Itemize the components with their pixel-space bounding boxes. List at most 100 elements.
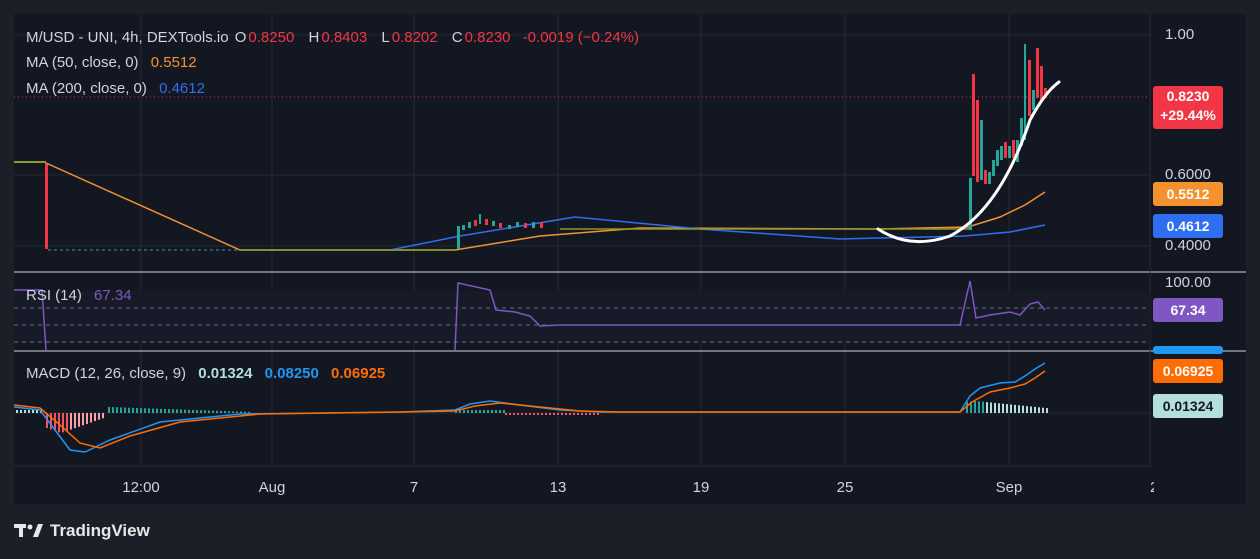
macd-hist-bar [597, 413, 599, 415]
macd-hist-bar [20, 410, 22, 413]
macd-hist-bar [108, 407, 110, 413]
macd-hist-bar [1014, 404, 1016, 413]
close-value: 0.8230 [464, 29, 511, 46]
x-tick-1: 12:00 [122, 479, 160, 496]
macd-hist-bar [152, 408, 154, 413]
price-tick-1: 1.00 [1165, 26, 1195, 43]
ma50-value: 0.5512 [150, 54, 197, 71]
macd-hist-bar [120, 407, 122, 413]
macd-hist-bar [192, 409, 194, 413]
macd-hist-bar [240, 411, 242, 413]
macd-hist-bar [990, 402, 992, 413]
macd-hist-bar [1006, 404, 1008, 413]
macd-hist-bar [581, 413, 583, 415]
macd-hist-bar [148, 408, 150, 413]
macd-hist-bar [128, 407, 130, 413]
macd-hist-bar [1026, 406, 1028, 413]
macd-hist-bar [220, 410, 222, 413]
macd-hist-badge: 0.01324 [1153, 394, 1223, 418]
macd-hist-bar [537, 413, 539, 415]
low-label: L [381, 29, 390, 46]
macd-hist-bar [475, 410, 477, 413]
macd-hist-bar [212, 410, 214, 413]
macd-hist-bar [136, 407, 138, 413]
close-label: C [451, 29, 463, 46]
macd-hist-bar [28, 410, 30, 413]
price-tick-2: 0.6000 [1165, 166, 1211, 183]
macd-hist-bar [156, 408, 158, 413]
macd-hist-bar [208, 410, 210, 413]
rsi-value: 67.34 [94, 287, 132, 304]
macd-hist-bar [236, 411, 238, 413]
macd-hist-bar [62, 413, 64, 433]
macd-hist-bar [112, 407, 114, 413]
ma50-label: MA (50, close, 0) [26, 54, 139, 71]
tradingview-logo: TradingView [14, 521, 150, 541]
macd-hist-bar [1042, 407, 1044, 413]
macd-hist-bar [50, 413, 52, 430]
open-label: O [234, 29, 247, 46]
macd-hist-bar [86, 413, 88, 424]
macd-hist-bar [545, 413, 547, 415]
macd-hist-bar [74, 413, 76, 429]
ma200-label: MA (200, close, 0) [26, 80, 147, 97]
macd-label: MACD (12, 26, close, 9) [26, 365, 187, 382]
macd-badge-partial [1153, 346, 1223, 354]
macd-hist-bar [573, 413, 575, 415]
macd-hist-bar [505, 413, 507, 415]
macd-hist-bar [525, 413, 527, 415]
x-tick-6: 25 [836, 479, 854, 496]
macd-hist-bar [541, 413, 543, 415]
change-value: -0.0019 (−0.24%) [522, 29, 640, 46]
macd-hist-bar [585, 413, 587, 415]
price-tick-3: 0.4000 [1165, 237, 1211, 254]
macd-hist-bar [216, 410, 218, 413]
macd-hist-bar [1030, 406, 1032, 413]
macd-hist-bar [593, 413, 595, 415]
macd-hist-bar [463, 410, 465, 413]
macd-hist-bar [982, 401, 984, 413]
macd-hist-bar [94, 413, 96, 422]
macd-hist-bar [569, 413, 571, 415]
brand-name: TradingView [50, 521, 150, 540]
macd-hist-bar [160, 408, 162, 413]
rsi-badge: 67.34 [1153, 298, 1223, 322]
tradingview-icon [14, 524, 43, 537]
macd-hist-bar [184, 409, 186, 413]
last-price-change: +29.44% [1160, 107, 1216, 123]
macd-hist-bar [513, 413, 515, 415]
macd-hist-bar [994, 402, 996, 413]
high-label: H [308, 29, 320, 46]
macd-hist-bar [467, 410, 469, 413]
macd-hist-bar [196, 410, 198, 413]
macd-hist-bar [116, 407, 118, 413]
macd-hist-bar [557, 413, 559, 415]
macd-hist-bar [553, 413, 555, 415]
macd-hist-bar [200, 410, 202, 413]
symbol-legend: M/USD - UNI, 4h, DEXTools.io O 0.8250 H 0.… [26, 29, 641, 46]
macd-hist-bar [589, 413, 591, 415]
macd-hist-bar [529, 413, 531, 415]
macd-hist-bar [82, 413, 84, 426]
macd-hist-bar [1034, 406, 1036, 413]
rsi-legend: RSI (14) 67.34 [26, 287, 134, 304]
macd-hist-bar [491, 410, 493, 413]
macd-hist-bar [16, 410, 18, 413]
macd-hist-bar [998, 403, 1000, 413]
macd-hist-bar [228, 411, 230, 413]
x-tick-7: Sep [995, 479, 1023, 496]
macd-hist-bar [244, 411, 246, 413]
symbol-title: M/USD - UNI, 4h, DEXTools.io [26, 29, 229, 46]
last-price-badge: 0.8230 +29.44% [1153, 86, 1223, 129]
macd-hist-bar [1010, 404, 1012, 413]
macd-hist-bar [1046, 408, 1048, 413]
macd-hist-bar [248, 411, 250, 413]
macd-hist-bar [70, 413, 72, 430]
macd-hist-bar [517, 413, 519, 415]
macd-hist-bar [577, 413, 579, 415]
macd-hist-bar [471, 410, 473, 413]
macd-hist-value: 0.01324 [198, 365, 253, 382]
macd-hist-bar [495, 410, 497, 413]
drop-candle [45, 163, 48, 249]
macd-hist-bar [509, 413, 511, 415]
